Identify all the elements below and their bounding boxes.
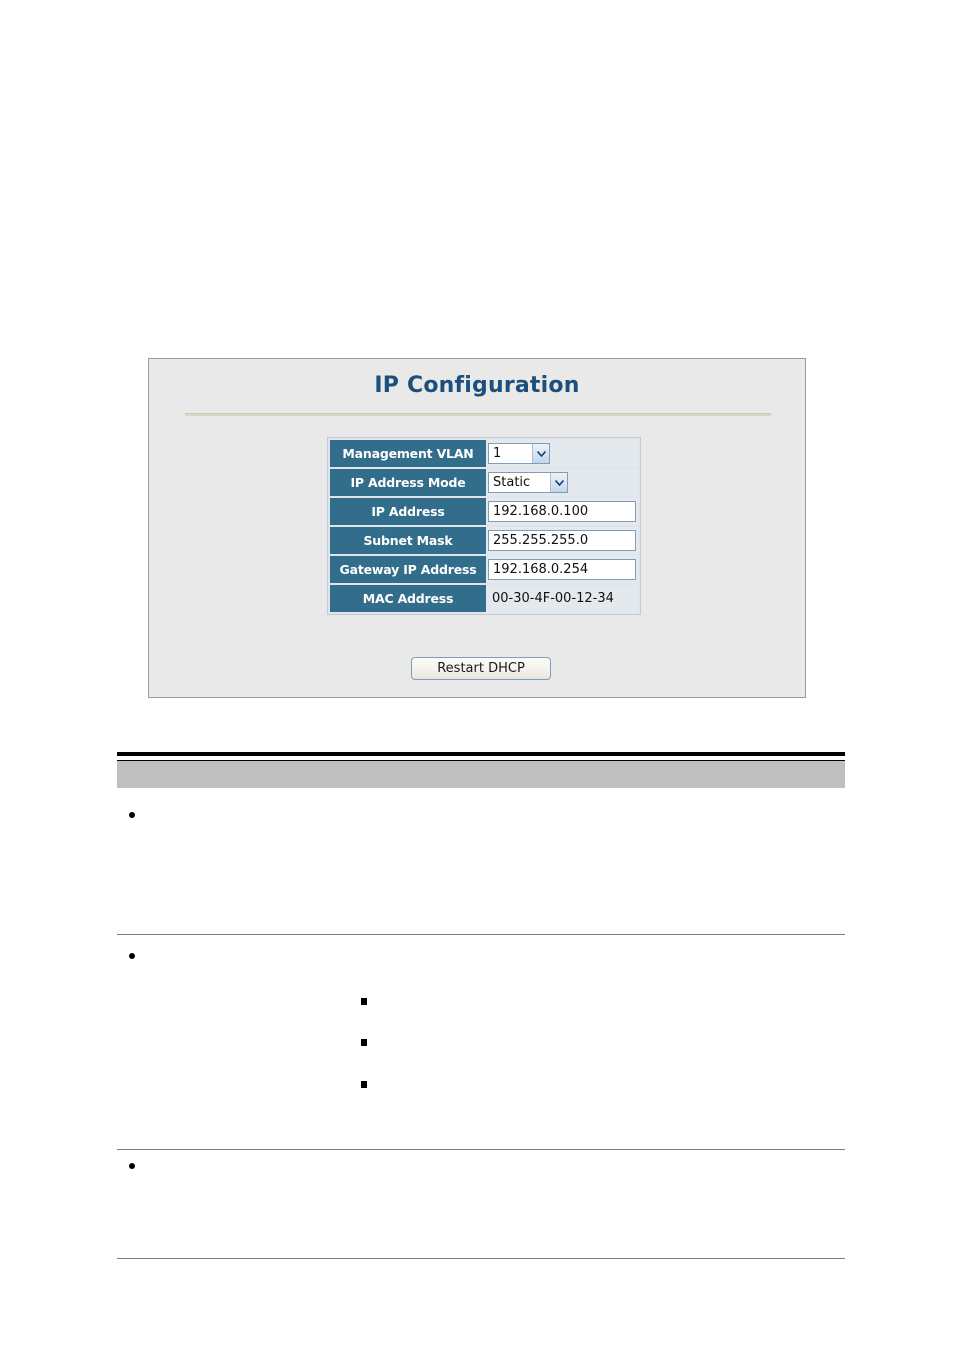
ip-configuration-table: Management VLAN 1 IP Address Mode Static [327, 437, 641, 615]
ip-address-mode-selected-value: Static [493, 475, 531, 490]
table-row-ip-address-mode: IP Address Mode Static [330, 469, 638, 496]
ip-address-mode-select[interactable]: Static [488, 472, 568, 493]
value-cell-ip-address-mode: Static [486, 469, 638, 496]
subnet-mask-input[interactable]: 255.255.255.0 [488, 530, 636, 551]
table-row-mac-address: MAC Address 00-30-4F-00-12-34 [330, 585, 638, 612]
management-vlan-select[interactable]: 1 [488, 443, 550, 464]
section-divider-3 [117, 1258, 845, 1259]
ip-configuration-screenshot: IP Configuration Management VLAN 1 IP Ad… [148, 358, 806, 698]
chevron-down-icon[interactable] [532, 444, 549, 463]
table-row-subnet-mask: Subnet Mask 255.255.255.0 [330, 527, 638, 554]
value-cell-ip-address: 192.168.0.100 [486, 498, 638, 525]
title-divider [185, 413, 771, 416]
value-cell-management-vlan: 1 [486, 440, 638, 467]
sub-list-item-square [361, 1039, 367, 1046]
list-item-bullet [129, 812, 135, 818]
table-row-management-vlan: Management VLAN 1 [330, 440, 638, 467]
table-row-gateway-ip-address: Gateway IP Address 192.168.0.254 [330, 556, 638, 583]
sub-list-item-square [361, 998, 367, 1005]
label-mac-address: MAC Address [330, 585, 486, 612]
value-cell-gateway-ip-address: 192.168.0.254 [486, 556, 638, 583]
section-top-rule [117, 752, 845, 756]
section-header-band [117, 760, 845, 788]
label-subnet-mask: Subnet Mask [330, 527, 486, 554]
label-management-vlan: Management VLAN [330, 440, 486, 467]
section-divider-1 [117, 934, 845, 935]
ip-address-input[interactable]: 192.168.0.100 [488, 501, 636, 522]
mac-address-value: 00-30-4F-00-12-34 [492, 591, 614, 606]
table-row-ip-address: IP Address 192.168.0.100 [330, 498, 638, 525]
label-ip-address-mode: IP Address Mode [330, 469, 486, 496]
gateway-ip-address-input[interactable]: 192.168.0.254 [488, 559, 636, 580]
page-title: IP Configuration [374, 373, 580, 398]
list-item-bullet [129, 953, 135, 959]
chevron-down-icon[interactable] [550, 473, 567, 492]
sub-list-item-square [361, 1081, 367, 1088]
value-cell-mac-address: 00-30-4F-00-12-34 [486, 585, 638, 612]
management-vlan-selected-value: 1 [493, 446, 502, 461]
list-item-bullet [129, 1163, 135, 1169]
restart-dhcp-button[interactable]: Restart DHCP [411, 657, 551, 680]
label-gateway-ip-address: Gateway IP Address [330, 556, 486, 583]
label-ip-address: IP Address [330, 498, 486, 525]
section-divider-2 [117, 1149, 845, 1150]
value-cell-subnet-mask: 255.255.255.0 [486, 527, 638, 554]
